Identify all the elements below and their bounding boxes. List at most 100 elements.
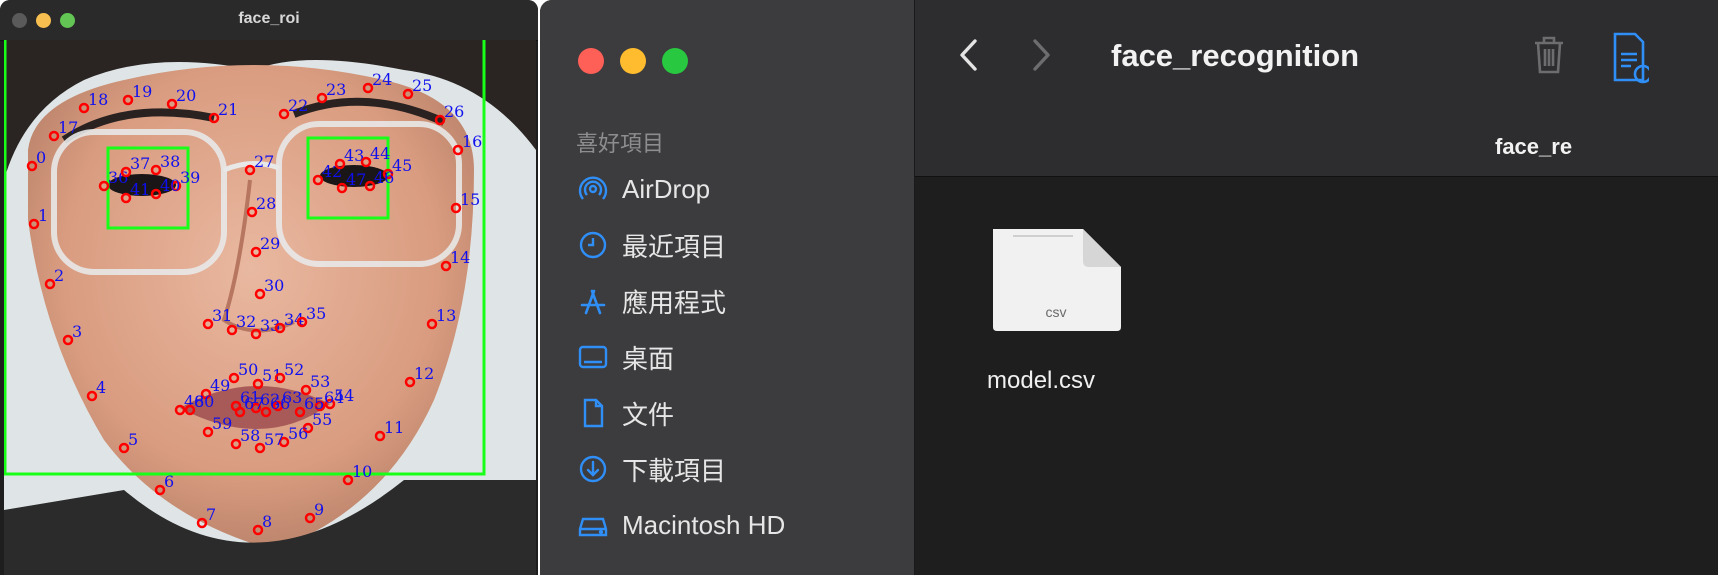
- roi-window-title: face_roi: [238, 10, 300, 27]
- sidebar-item-label: 最近項目: [622, 231, 727, 262]
- sidebar-item-label: 文件: [622, 399, 675, 430]
- desktop-icon: [576, 340, 610, 374]
- clock-icon: [576, 228, 610, 262]
- landmark-label: 21: [218, 100, 238, 119]
- finder-content: csv model.csv: [915, 177, 1718, 575]
- landmark-label: 30: [264, 276, 284, 295]
- landmark-label: 67: [244, 394, 264, 413]
- landmark-label: 3: [72, 322, 82, 341]
- landmark-label: 42: [322, 162, 342, 181]
- landmark-label: 12: [414, 364, 434, 383]
- landmark-label: 39: [180, 168, 200, 187]
- landmark-label: 0: [36, 148, 46, 167]
- landmark-label: 24: [372, 70, 392, 89]
- path-tab-label[interactable]: face_re: [1495, 134, 1572, 160]
- landmark-label: 23: [326, 80, 346, 99]
- landmark-label: 46: [374, 168, 394, 187]
- landmark-label: 2: [54, 266, 64, 285]
- favorites-section-title: 喜好項目: [576, 131, 665, 156]
- landmark-label: 52: [284, 360, 304, 379]
- sidebar-item-recents[interactable]: 最近項目: [576, 225, 726, 265]
- chevron-left-icon: [960, 39, 977, 71]
- landmark-label: 17: [58, 118, 78, 137]
- landmark-label: 31: [212, 306, 232, 325]
- chevron-right-icon: [1033, 39, 1050, 71]
- landmark-label: 26: [444, 102, 464, 121]
- landmark-label: 38: [160, 152, 180, 171]
- finder-window: 喜好項目 AirDrop 最近項目 應用程式 桌面 文件 下載項目 Macint…: [540, 0, 1718, 575]
- document-icon: [576, 396, 610, 430]
- landmark-label: 58: [240, 426, 260, 445]
- landmark-label: 35: [306, 304, 326, 323]
- roi-titlebar: face_roi: [0, 0, 538, 41]
- landmark-label: 36: [108, 168, 128, 187]
- landmark-label: 15: [460, 190, 480, 209]
- landmark-label: 10: [352, 462, 372, 481]
- landmark-label: 40: [160, 176, 180, 195]
- landmark-label: 22: [288, 96, 308, 115]
- face-roi-image: 01234567 89101112131415161718 19 2021 222324…: [4, 40, 536, 575]
- landmark-label: 25: [412, 76, 432, 95]
- landmark-label: 59: [212, 414, 232, 433]
- landmark-label: 11: [384, 418, 404, 437]
- applications-icon: [576, 284, 610, 318]
- landmark-label: 60: [194, 392, 214, 411]
- landmark-label: 20: [176, 86, 196, 105]
- landmark-label: 9: [314, 500, 324, 519]
- sidebar-item-macintosh-hd[interactable]: Macintosh HD: [576, 505, 785, 545]
- landmark-label: 13: [436, 306, 456, 325]
- landmark-label: 1: [38, 206, 48, 225]
- landmark-label: 14: [450, 248, 470, 267]
- landmark-label: 66: [270, 394, 290, 413]
- document-action-icon: [1613, 32, 1653, 84]
- landmark-label: 19: [132, 82, 152, 101]
- forward-button[interactable]: [1025, 38, 1055, 77]
- sidebar-item-label: 應用程式: [622, 287, 727, 318]
- landmark-label: 41: [130, 180, 150, 199]
- landmark-label: 28: [256, 194, 276, 213]
- finder-minimize-button[interactable]: [620, 48, 646, 74]
- landmark-label: 6: [164, 472, 174, 491]
- landmark-label: 5: [128, 430, 138, 449]
- landmark-label: 4: [96, 378, 106, 397]
- landmark-label: 7: [206, 505, 216, 524]
- document-action-button[interactable]: [1609, 30, 1653, 91]
- landmark-label: 56: [288, 424, 308, 443]
- file-item-model-csv[interactable]: csv: [985, 225, 1125, 340]
- landmark-label: 44: [370, 144, 390, 163]
- back-button[interactable]: [955, 38, 985, 77]
- landmark-label: 45: [392, 156, 412, 175]
- landmark-label: 29: [260, 234, 280, 253]
- sidebar-item-airdrop[interactable]: AirDrop: [576, 169, 710, 209]
- file-type-badge: csv: [1046, 304, 1067, 320]
- trash-icon: [1535, 36, 1563, 74]
- landmark-label: 57: [264, 430, 284, 449]
- sidebar-item-label: 下載項目: [622, 455, 727, 486]
- landmark-label: 8: [262, 512, 272, 531]
- sidebar-item-downloads[interactable]: 下載項目: [576, 449, 726, 489]
- landmark-label: 65: [304, 394, 324, 413]
- landmark-label: 64: [324, 388, 344, 407]
- sidebar-item-label: Macintosh HD: [622, 509, 786, 540]
- landmark-label: 32: [236, 312, 256, 331]
- trash-button[interactable]: [1531, 34, 1567, 81]
- landmark-label: 27: [254, 152, 274, 171]
- sidebar-item-label: 桌面: [622, 343, 675, 374]
- landmark-label: 47: [346, 170, 366, 189]
- sidebar-item-label: AirDrop: [622, 173, 711, 204]
- sidebar-item-desktop[interactable]: 桌面: [576, 337, 674, 377]
- airdrop-icon: [576, 172, 610, 206]
- face-roi-window: face_roi 0123 4 5 6 7 8 9 10 11 12 13 14…: [0, 0, 538, 575]
- csv-file-icon: csv: [993, 229, 1121, 331]
- finder-sidebar: 喜好項目 AirDrop 最近項目 應用程式 桌面 文件 下載項目 Macint…: [540, 0, 915, 575]
- landmark-label: 18: [88, 90, 108, 109]
- folder-title: face_recognition: [1111, 38, 1360, 73]
- finder-toolbar: face_recognition: [915, 0, 1718, 177]
- sidebar-item-documents[interactable]: 文件: [576, 393, 674, 433]
- sidebar-item-applications[interactable]: 應用程式: [576, 281, 726, 321]
- finder-close-button[interactable]: [578, 48, 604, 74]
- landmark-label: 37: [130, 154, 150, 173]
- file-name-label: model.csv: [987, 367, 1096, 394]
- finder-maximize-button[interactable]: [662, 48, 688, 74]
- landmark-label: 50: [238, 360, 258, 379]
